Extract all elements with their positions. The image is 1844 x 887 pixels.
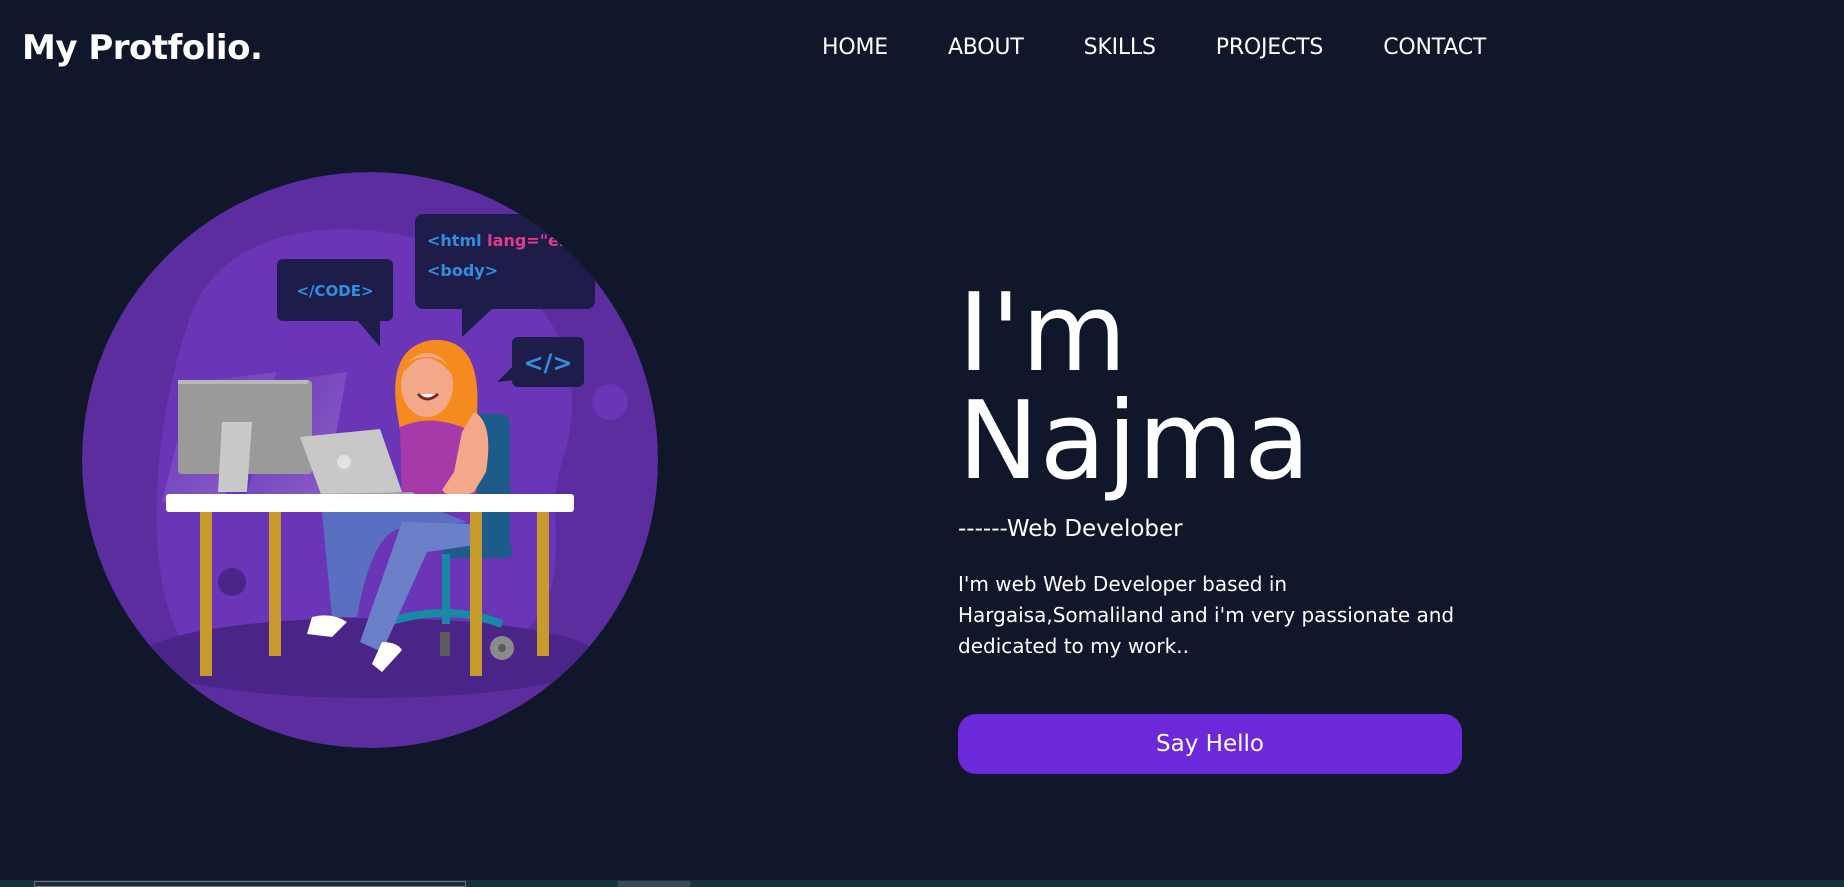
navbar: My Protfolio. HOME ABOUT SKILLS PROJECTS… [0,0,1844,96]
logo[interactable]: My Protfolio. [22,28,263,68]
hero-title: I'm Najma [958,271,1312,504]
body-tag-text: <body> [427,261,498,280]
nav-link-home[interactable]: HOME [822,35,888,60]
nav-link-contact[interactable]: CONTACT [1383,35,1486,60]
developer-illustration: </CODE> <html lang="en <body> </> [82,172,658,748]
tag-bubble-text: </> [524,349,573,377]
scrollbar-track-segment [34,881,466,887]
nav-links: HOME ABOUT SKILLS PROJECTS CONTACT [822,35,1546,60]
developer-illustration-svg: </CODE> <html lang="en <body> </> [82,172,658,748]
html-val-text: ="en [526,231,570,250]
nav-link-projects[interactable]: PROJECTS [1216,35,1324,60]
hero-subtitle: ------Web Develober [958,516,1183,542]
say-hello-button[interactable]: Say Hello [958,714,1462,774]
horizontal-scrollbar[interactable] [0,880,1844,887]
scrollbar-thumb[interactable] [618,881,690,887]
html-attr-text: lang [487,231,526,250]
html-tag-text: <html [427,231,487,250]
svg-text:<html lang="en: <html lang="en [427,231,570,250]
hero-description: I'm web Web Developer based in Hargaisa,… [958,572,1455,658]
hero-section: I'm Najma ------Web Develober I'm web We… [958,280,1498,774]
nav-link-about[interactable]: ABOUT [948,35,1024,60]
nav-link-skills[interactable]: SKILLS [1084,35,1156,60]
code-bubble-text: </CODE> [296,282,373,300]
